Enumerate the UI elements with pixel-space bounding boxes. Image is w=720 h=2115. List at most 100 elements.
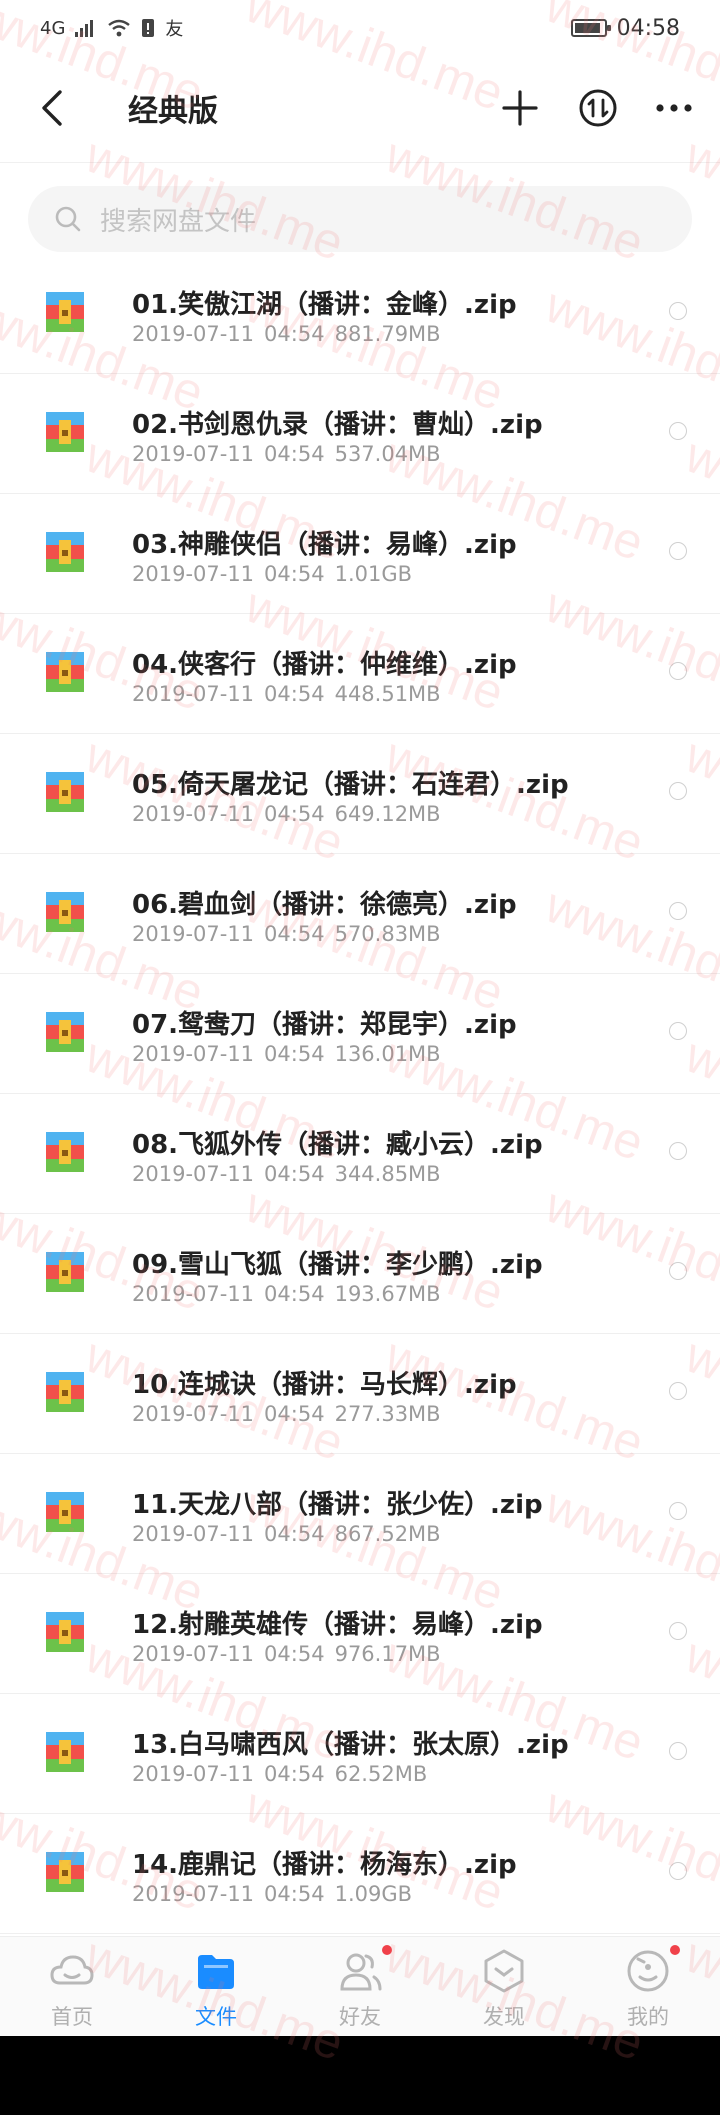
select-checkbox[interactable] [669,662,687,680]
file-time: 04:54 [264,1282,325,1306]
file-row[interactable]: 12.射雕英雄传（播讲：易峰）.zip 2019-07-11 04:54 976… [0,1574,720,1694]
zip-file-icon [46,412,84,452]
select-checkbox[interactable] [669,1022,687,1040]
zip-file-icon [46,1252,84,1292]
zip-file-icon [46,652,84,692]
file-size: 881.79MB [334,322,441,346]
friends-icon [340,1953,382,1991]
transfer-icon[interactable] [576,86,620,130]
nav-label: 首页 [51,2005,93,2029]
zip-file-icon [46,1012,84,1052]
select-checkbox[interactable] [669,1502,687,1520]
select-checkbox[interactable] [669,1142,687,1160]
file-date: 2019-07-11 [132,1522,255,1546]
status-bar: 4G 友 04:58 [0,0,720,56]
back-arrow-icon[interactable] [38,88,66,128]
file-name: 11.天龙八部（播讲：张少佐）.zip [132,1490,543,1520]
add-icon[interactable] [498,86,542,130]
nav-item-friends[interactable]: 好友 [288,1937,432,2037]
file-row[interactable]: 14.鹿鼎记（播讲：杨海东）.zip 2019-07-11 04:54 1.09… [0,1814,720,1934]
select-checkbox[interactable] [669,1262,687,1280]
file-name: 02.书剑恩仇录（播讲：曹灿）.zip [132,410,543,440]
nav-label: 我的 [627,2005,669,2029]
zip-file-icon [46,772,84,812]
file-row[interactable]: 02.书剑恩仇录（播讲：曹灿）.zip 2019-07-11 04:54 537… [0,374,720,494]
select-checkbox[interactable] [669,1742,687,1760]
file-size: 193.67MB [334,1282,441,1306]
header: 经典版 [0,56,720,163]
file-name: 10.连城诀（播讲：马长辉）.zip [132,1370,517,1400]
select-checkbox[interactable] [669,1622,687,1640]
file-row[interactable]: 09.雪山飞狐（播讲：李少鹏）.zip 2019-07-11 04:54 193… [0,1214,720,1334]
file-name: 05.倚天屠龙记（播讲：石连君）.zip [132,770,569,800]
more-icon[interactable] [652,86,696,130]
zip-file-icon [46,292,84,332]
file-meta: 2019-07-11 04:54 277.33MB [132,1402,441,1426]
status-right: 04:58 [570,16,680,41]
signal-icon [75,20,94,37]
zip-file-icon [46,1132,84,1172]
file-date: 2019-07-11 [132,1642,255,1666]
nav-item-profile[interactable]: 我的 [576,1937,720,2037]
battery-icon [570,19,611,37]
zip-file-icon [46,1852,84,1892]
select-checkbox[interactable] [669,542,687,560]
nav-item-discover[interactable]: 发现 [432,1937,576,2037]
file-time: 04:54 [264,922,325,946]
select-checkbox[interactable] [669,782,687,800]
file-time: 04:54 [264,1882,325,1906]
wifi-icon [108,19,131,37]
page-title: 经典版 [128,94,218,129]
select-checkbox[interactable] [669,422,687,440]
file-size: 136.01MB [334,1042,441,1066]
file-size: 448.51MB [334,682,441,706]
notification-badge [382,1945,392,1955]
discover-icon [484,1949,524,1993]
nav-item-cloud[interactable]: 首页 [0,1937,144,2037]
bottom-nav: 首页 文件 好友 发现 我的 [0,1936,720,2037]
select-checkbox[interactable] [669,1862,687,1880]
file-date: 2019-07-11 [132,322,255,346]
folder-icon [198,1955,234,1989]
file-name: 09.雪山飞狐（播讲：李少鹏）.zip [132,1250,543,1280]
file-row[interactable]: 03.神雕侠侣（播讲：易峰）.zip 2019-07-11 04:54 1.01… [0,494,720,614]
file-meta: 2019-07-11 04:54 976.17MB [132,1642,441,1666]
search-input[interactable]: 搜索网盘文件 [28,186,692,252]
file-row[interactable]: 05.倚天屠龙记（播讲：石连君）.zip 2019-07-11 04:54 64… [0,734,720,854]
file-meta: 2019-07-11 04:54 1.09GB [132,1882,412,1906]
file-row[interactable]: 08.飞狐外传（播讲：臧小云）.zip 2019-07-11 04:54 344… [0,1094,720,1214]
search-placeholder: 搜索网盘文件 [100,206,257,237]
select-checkbox[interactable] [669,1382,687,1400]
file-row[interactable]: 11.天龙八部（播讲：张少佐）.zip 2019-07-11 04:54 867… [0,1454,720,1574]
file-date: 2019-07-11 [132,1762,255,1786]
file-row[interactable]: 06.碧血剑（播讲：徐德亮）.zip 2019-07-11 04:54 570.… [0,854,720,974]
file-time: 04:54 [264,322,325,346]
file-row[interactable]: 10.连城诀（播讲：马长辉）.zip 2019-07-11 04:54 277.… [0,1334,720,1454]
file-row[interactable]: 04.侠客行（播讲：仲维维）.zip 2019-07-11 04:54 448.… [0,614,720,734]
select-checkbox[interactable] [669,902,687,920]
file-time: 04:54 [264,682,325,706]
file-time: 04:54 [264,1162,325,1186]
zip-file-icon [46,532,84,572]
file-name: 08.飞狐外传（播讲：臧小云）.zip [132,1130,543,1160]
file-time: 04:54 [264,1762,325,1786]
zip-file-icon [46,1372,84,1412]
file-date: 2019-07-11 [132,562,255,586]
file-meta: 2019-07-11 04:54 867.52MB [132,1522,441,1546]
gesture-bar [0,2036,720,2115]
sim-alert-icon [142,19,155,37]
file-row[interactable]: 07.鸳鸯刀（播讲：郑昆宇）.zip 2019-07-11 04:54 136.… [0,974,720,1094]
nav-item-folder[interactable]: 文件 [144,1937,288,2037]
profile-icon [627,1950,669,1992]
file-name: 07.鸳鸯刀（播讲：郑昆宇）.zip [132,1010,517,1040]
file-size: 1.09GB [334,1882,413,1906]
zip-file-icon [46,1732,84,1772]
file-meta: 2019-07-11 04:54 570.83MB [132,922,441,946]
file-date: 2019-07-11 [132,682,255,706]
file-time: 04:54 [264,1642,325,1666]
file-row[interactable]: 01.笑傲江湖（播讲：金峰）.zip 2019-07-11 04:54 881.… [0,254,720,374]
file-row[interactable]: 13.白马啸西风（播讲：张太原）.zip 2019-07-11 04:54 62… [0,1694,720,1814]
select-checkbox[interactable] [669,302,687,320]
file-size: 344.85MB [334,1162,441,1186]
file-name: 12.射雕英雄传（播讲：易峰）.zip [132,1610,543,1640]
